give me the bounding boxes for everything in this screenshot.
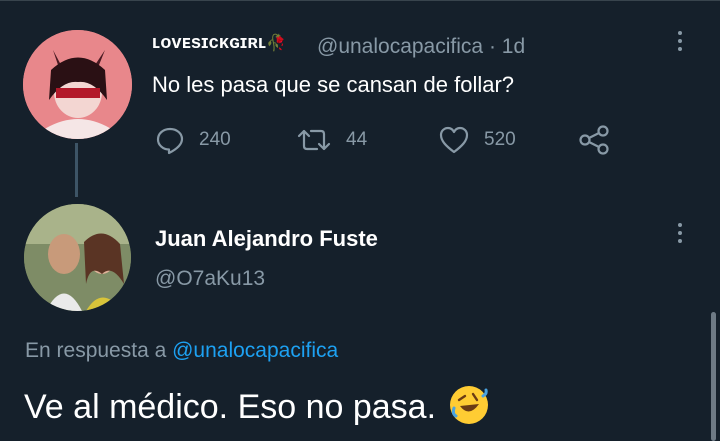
separator-dot: · — [488, 35, 496, 58]
retweet-count: 44 — [346, 129, 368, 150]
display-name-text: ʟᴏᴠᴇsɪᴄᴋɢɪʀʟ — [152, 32, 267, 52]
scrollbar[interactable] — [711, 312, 716, 441]
avatar-image — [24, 204, 131, 311]
retweet-icon — [297, 129, 331, 151]
display-name-1[interactable]: ʟᴏᴠᴇsɪᴄᴋɢɪʀʟ🥀 — [152, 32, 287, 53]
handle-2[interactable]: @O7aKu13 — [155, 267, 265, 291]
top-divider — [0, 0, 720, 1]
reply-prefix: En respuesta a — [25, 339, 167, 362]
reply-icon — [156, 127, 184, 155]
like-button[interactable]: 520 — [438, 125, 516, 155]
rose-emoji: 🥀 — [266, 35, 287, 52]
avatar-juan[interactable] — [24, 204, 131, 311]
tweet1-meta: @unalocapacifica · 1d — [317, 35, 525, 59]
handle-1[interactable]: @unalocapacifica — [317, 35, 483, 58]
reply-count: 240 — [199, 129, 231, 150]
reply-context: En respuesta a @unalocapacifica — [25, 339, 338, 363]
tweet2-text-row: Ve al médico. Eso no pasa. — [24, 386, 488, 427]
display-name-2[interactable]: Juan Alejandro Fuste — [155, 226, 378, 252]
rolling-laughing-emoji-icon — [449, 386, 488, 424]
share-button[interactable] — [578, 125, 610, 155]
share-icon — [579, 125, 609, 155]
more-options-icon[interactable] — [677, 223, 683, 249]
reply-button[interactable]: 240 — [155, 125, 231, 155]
retweet-button[interactable]: 44 — [296, 125, 367, 155]
more-options-icon[interactable] — [677, 31, 683, 57]
thread-connector-line — [75, 143, 78, 197]
timestamp[interactable]: 1d — [502, 35, 525, 58]
avatar-lovesickgirl[interactable] — [23, 30, 132, 139]
tweet2-text: Ve al médico. Eso no pasa. — [24, 388, 437, 426]
tweet1-text: No les pasa que se cansan de follar? — [152, 72, 515, 97]
avatar-image — [23, 30, 132, 139]
like-count: 520 — [484, 129, 516, 150]
reply-to-link[interactable]: @unalocapacifica — [172, 339, 338, 362]
heart-icon — [439, 126, 469, 154]
